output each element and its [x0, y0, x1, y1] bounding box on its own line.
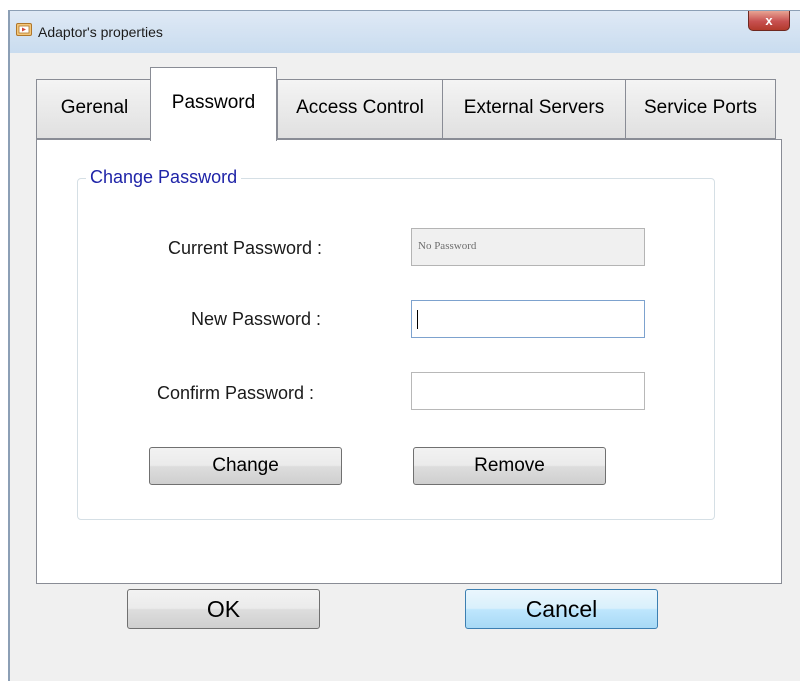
close-button[interactable]: x — [748, 11, 790, 31]
tab-access-control[interactable]: Access Control — [277, 79, 443, 139]
confirm-password-label: Confirm Password : — [157, 383, 315, 403]
tab-service-ports[interactable]: Service Ports — [625, 79, 776, 139]
new-password-field[interactable] — [411, 300, 645, 338]
tab-general[interactable]: Gerenal — [36, 79, 153, 139]
change-button[interactable]: Change — [149, 447, 342, 485]
group-legend: Change Password — [86, 167, 242, 188]
confirm-password-field[interactable] — [411, 372, 645, 410]
window-title: Adaptor's properties — [38, 24, 163, 40]
change-password-group: Change Password Current Password : No Pa… — [77, 167, 715, 520]
password-panel: Change Password Current Password : No Pa… — [36, 139, 782, 584]
tab-password[interactable]: Password — [150, 67, 277, 141]
text-caret — [417, 310, 418, 329]
tab-strip: Gerenal Password Access Control External… — [36, 67, 800, 141]
title-bar[interactable]: Adaptor's properties x — [10, 11, 800, 53]
dialog-window: Adaptor's properties x Gerenal Password … — [8, 10, 800, 681]
current-password-field: No Password — [411, 228, 645, 266]
tab-external-servers[interactable]: External Servers — [442, 79, 626, 139]
remove-button[interactable]: Remove — [413, 447, 606, 485]
app-window-icon — [16, 23, 32, 36]
new-password-label: New Password : — [191, 309, 322, 329]
ok-button[interactable]: OK — [127, 589, 320, 629]
current-password-value: No Password — [418, 240, 477, 252]
current-password-label: Current Password : — [168, 238, 323, 258]
close-icon: x — [765, 13, 773, 28]
cancel-button[interactable]: Cancel — [465, 589, 658, 629]
